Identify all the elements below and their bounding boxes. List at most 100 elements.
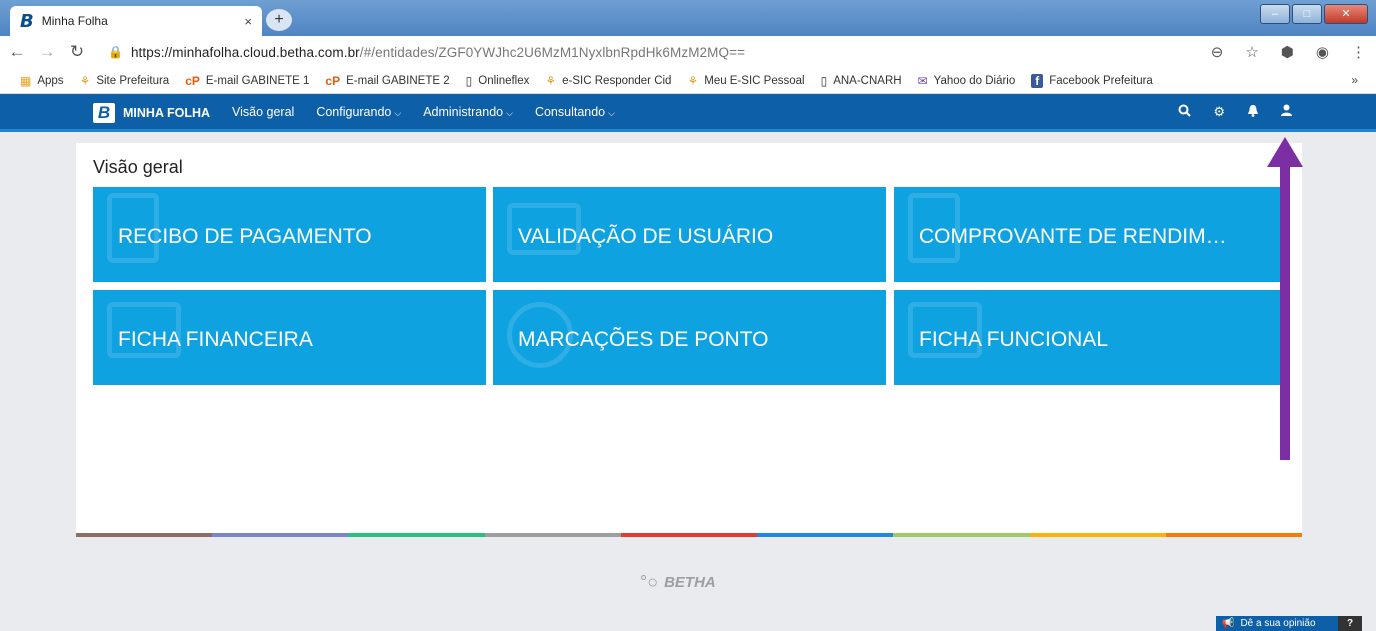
stripe-segment <box>76 533 213 537</box>
menu-administrando[interactable]: Administrando ⌵ <box>423 105 513 119</box>
feedback-button[interactable]: 📢 Dê a sua opinião ? <box>1216 616 1362 631</box>
stripe-segment <box>757 533 894 537</box>
window-controls: – □ ✕ <box>1258 4 1368 24</box>
card-comprovante-de-rendimentos[interactable]: COMPROVANTE DE RENDIM… <box>894 187 1287 282</box>
bookmark-label: Onlineflex <box>478 74 530 87</box>
card-label: FICHA FUNCIONAL <box>919 328 1109 351</box>
feedback-label: Dê a sua opinião <box>1240 618 1316 629</box>
bookmark-onlineflex[interactable]: ▯ Onlineflex <box>466 74 530 88</box>
bookmark-label: Meu E-SIC Pessoal <box>704 74 805 87</box>
bookmark-label: Apps <box>37 74 64 87</box>
menu-label: Consultando <box>534 105 606 119</box>
minimize-button[interactable]: – <box>1260 4 1290 24</box>
betha-favicon-icon: B <box>20 10 34 32</box>
reload-icon[interactable]: ↻ <box>64 42 90 62</box>
tab-close-icon[interactable]: × <box>244 14 252 29</box>
stripe-segment <box>1029 533 1166 537</box>
bookmark-label: Facebook Prefeitura <box>1049 74 1153 87</box>
settings-gears-icon[interactable]: ⚙ <box>1213 104 1225 120</box>
color-stripe <box>76 533 1302 537</box>
menu-label: Administrando <box>423 105 504 119</box>
mail-icon: ✉ <box>917 73 928 88</box>
stripe-segment <box>484 533 621 537</box>
card-label: FICHA FINANCEIRA <box>118 328 313 351</box>
bookmarks-bar: ▦ Apps ⚘ Site Prefeitura cP E-mail GABINETE… <box>0 68 1376 94</box>
lock-icon[interactable]: 🔒 <box>108 45 123 59</box>
search-icon[interactable] <box>1178 104 1192 120</box>
card-label: COMPROVANTE DE RENDIM… <box>919 225 1227 248</box>
site-icon: ⚘ <box>79 73 91 88</box>
card-label: VALIDAÇÃO DE USUÁRIO <box>518 225 774 248</box>
bookmark-label: ANA-CNARH <box>833 74 902 87</box>
address-actions: ⊖ ☆ ⬢ ◉ ⋮ <box>1211 36 1366 68</box>
stripe-segment <box>348 533 485 537</box>
bookmark-ana-cnarh[interactable]: ▯ ANA-CNARH <box>821 74 902 88</box>
bookmark-yahoo-diario[interactable]: ✉ Yahoo do Diário <box>918 74 1016 88</box>
header-actions: ⚙ <box>1178 104 1292 120</box>
help-button[interactable]: ? <box>1338 616 1362 631</box>
new-tab-button[interactable]: + <box>266 9 292 31</box>
chevron-down-icon: ⌵ <box>394 108 402 118</box>
card-label: MARCAÇÕES DE PONTO <box>518 328 769 351</box>
card-recibo-de-pagamento[interactable]: RECIBO DE PAGAMENTO <box>93 187 486 282</box>
app-brand[interactable]: B MINHA FOLHA <box>93 103 210 123</box>
betha-logo-icon: B <box>93 103 115 123</box>
menu-consultando[interactable]: Consultando ⌵ <box>535 105 615 119</box>
annotation-arrow-shaft <box>1280 162 1290 460</box>
menu-configurando[interactable]: Configurando ⌵ <box>316 105 401 119</box>
page-icon: ▯ <box>820 73 828 88</box>
bookmark-label: E-mail GABINETE 2 <box>346 74 450 87</box>
site-icon: ⚘ <box>545 73 557 88</box>
bookmark-label: Yahoo do Diário <box>933 74 1016 87</box>
footer-betha-logo: °○ BETHA <box>640 572 716 593</box>
browser-titlebar: B Minha Folha × + – □ ✕ <box>0 0 1376 36</box>
menu-visao-geral[interactable]: Visão geral <box>232 105 294 119</box>
chevron-down-icon: ⌵ <box>608 108 615 118</box>
apps-grid-icon: ▦ <box>20 73 32 88</box>
browser-tab[interactable]: B Minha Folha × <box>10 6 262 36</box>
bookmark-email-gabinete-2[interactable]: cP E-mail GABINETE 2 <box>325 74 449 88</box>
bookmark-facebook-prefeitura[interactable]: f Facebook Prefeitura <box>1031 73 1153 88</box>
card-label: RECIBO DE PAGAMENTO <box>118 225 372 248</box>
stripe-segment <box>212 533 349 537</box>
bookmark-site-prefeitura[interactable]: ⚘ Site Prefeitura <box>80 74 170 88</box>
extension-shield-icon[interactable]: ⬢ <box>1281 43 1294 61</box>
address-bar: ← → ↻ 🔒 https://minhafolha.cloud.betha.c… <box>0 36 1376 68</box>
bookmark-label: Site Prefeitura <box>96 74 170 87</box>
zoom-icon[interactable]: ⊖ <box>1211 43 1224 61</box>
site-icon: ⚘ <box>687 73 699 88</box>
back-icon[interactable]: ← <box>4 42 30 62</box>
bookmark-esic-responder[interactable]: ⚘ e-SIC Responder Cid <box>545 74 671 88</box>
footer-brand: BETHA <box>664 574 716 591</box>
bookmark-apps[interactable]: ▦ Apps <box>20 74 64 88</box>
menu-label: Visão geral <box>232 105 295 119</box>
stripe-segment <box>1165 533 1302 537</box>
app-name: MINHA FOLHA <box>123 106 211 120</box>
bell-icon[interactable] <box>1247 104 1259 120</box>
betha-mark-icon: °○ <box>640 572 659 592</box>
facebook-icon: f <box>1031 73 1044 88</box>
bookmark-email-gabinete-1[interactable]: cP E-mail GABINETE 1 <box>185 74 309 88</box>
megaphone-icon: 📢 <box>1222 618 1235 629</box>
url-path: /#/entidades/ZGF0YWJhc2U6MzM1NyxlbnRpdHk… <box>359 44 746 60</box>
page-title: Visão geral <box>93 157 183 177</box>
close-window-button[interactable]: ✕ <box>1324 4 1368 24</box>
card-ficha-financeira[interactable]: FICHA FINANCEIRA <box>93 290 486 385</box>
bookmarks-overflow-button[interactable]: » <box>1351 73 1358 87</box>
chrome-menu-icon[interactable]: ⋮ <box>1351 43 1366 61</box>
card-validacao-de-usuario[interactable]: VALIDAÇÃO DE USUÁRIO <box>493 187 886 282</box>
app-header: B MINHA FOLHA Visão geral Configurando ⌵ … <box>0 94 1376 132</box>
bookmark-label: E-mail GABINETE 1 <box>205 74 310 87</box>
bookmark-meu-esic[interactable]: ⚘ Meu E-SIC Pessoal <box>687 74 804 88</box>
bookmark-star-icon[interactable]: ☆ <box>1245 43 1258 61</box>
maximize-button[interactable]: □ <box>1292 4 1322 24</box>
user-icon[interactable] <box>1281 104 1292 120</box>
bookmark-label: e-SIC Responder Cid <box>562 74 672 87</box>
url-host: https://minhafolha.cloud.betha.com.br <box>130 44 360 60</box>
forward-icon[interactable]: → <box>34 42 60 62</box>
chevron-down-icon: ⌵ <box>506 108 513 118</box>
url-field[interactable]: https://minhafolha.cloud.betha.com.br/#/… <box>131 45 745 60</box>
profile-icon[interactable]: ◉ <box>1316 43 1329 61</box>
card-marcacoes-de-ponto[interactable]: MARCAÇÕES DE PONTO <box>493 290 886 385</box>
card-ficha-funcional[interactable]: FICHA FUNCIONAL <box>894 290 1287 385</box>
